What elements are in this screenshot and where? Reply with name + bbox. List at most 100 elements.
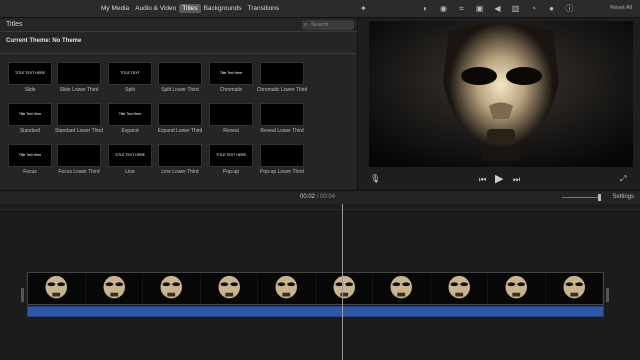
title-thumbnail — [260, 144, 304, 167]
clip-frame — [373, 273, 431, 304]
clip-frame-image — [28, 273, 85, 304]
total-time: 00:04 — [320, 194, 336, 200]
title-label: Pop-up — [222, 169, 240, 175]
title-item[interactable]: Slide Lower Third — [53, 62, 105, 93]
clip-frame — [315, 273, 373, 304]
title-item[interactable]: Title Text Here Standard — [4, 103, 56, 134]
title-thumbnail — [158, 144, 202, 167]
title-item[interactable]: Reveal Lower Third — [256, 103, 308, 134]
clip-frame-image — [315, 273, 372, 304]
magic-wand-icon[interactable]: ✦ — [360, 4, 367, 13]
title-preview-text: TITLE TEXT HERE — [215, 153, 247, 157]
title-item[interactable]: Pop-up Lower Third — [256, 144, 308, 175]
clip-right-handle[interactable] — [606, 288, 609, 302]
title-item[interactable]: TITLE TEXT HERE Pop-up — [205, 144, 257, 175]
noise-reduction-icon[interactable]: ▥ — [510, 3, 521, 14]
clip-frame — [430, 273, 488, 304]
timecode: 00:02 / 00:04 — [300, 194, 335, 200]
top-toolbar: My Media Audio & Video Titles Backgrounds Tr… — [0, 0, 640, 18]
title-item[interactable]: Split Lower Third — [154, 62, 206, 93]
tab-titles[interactable]: Titles — [179, 4, 201, 13]
title-thumbnail: TITLE TEXT HERE — [209, 144, 253, 167]
title-preview-text: TITLE TEXT HERE — [114, 153, 146, 157]
title-item[interactable]: Focus Lower Third — [53, 144, 105, 175]
clip-left-handle[interactable] — [21, 288, 24, 302]
search-input[interactable]: ⌕ Search — [302, 20, 354, 30]
zoom-slider-knob[interactable] — [598, 194, 601, 201]
tab-audio-video[interactable]: Audio & Video — [132, 4, 179, 13]
reset-all-button[interactable]: Reset All — [610, 5, 632, 11]
title-thumbnail: TITLE TEXT HERE — [108, 144, 152, 167]
clip-frame — [143, 273, 201, 304]
title-preview-text: Title Text Here — [18, 153, 42, 157]
title-label: Expand — [121, 128, 139, 134]
speed-icon[interactable]: ◔ — [528, 3, 539, 14]
zoom-slider-track[interactable] — [562, 197, 598, 198]
clip-frame — [85, 273, 143, 304]
search-placeholder: Search — [311, 22, 329, 28]
title-item[interactable]: TITLE TEXT HERE Slide — [4, 62, 56, 93]
info-icon[interactable]: ⓘ — [564, 3, 575, 14]
clip-frame-image — [85, 273, 142, 304]
color-correction-icon[interactable]: ◉ — [438, 3, 449, 14]
title-thumbnail — [158, 62, 202, 85]
playhead[interactable] — [342, 204, 343, 360]
title-label: Chromatic — [219, 87, 243, 93]
title-item[interactable]: TITLE TEXT Split — [104, 62, 156, 93]
viewer: 🎙 ⏮ ▶ ⏭ ⤢ — [358, 18, 640, 190]
clip-frame — [258, 273, 316, 304]
media-tabs: My Media Audio & Video Titles Backgrounds Tr… — [98, 4, 282, 13]
volume-icon[interactable]: ◀ — [492, 3, 503, 14]
title-item[interactable]: TITLE TEXT HERE Line — [104, 144, 156, 175]
title-thumbnail — [209, 103, 253, 126]
clip-frame-image — [143, 273, 200, 304]
title-thumbnail — [57, 103, 101, 126]
title-label: Expand Lower Third — [157, 128, 203, 134]
browser-header: Titles ⌕ Search — [0, 18, 357, 32]
title-item[interactable]: Title Text Here Focus — [4, 144, 56, 175]
clip-frame — [200, 273, 258, 304]
title-thumbnail: Title Text Here — [108, 103, 152, 126]
clip-frame — [488, 273, 546, 304]
mask-frame-image — [369, 21, 633, 167]
title-preview-text: Title Text Here — [18, 112, 42, 116]
title-item[interactable]: Title Text Here Expand — [104, 103, 156, 134]
title-preview-text: TITLE TEXT HERE — [14, 71, 46, 75]
browser-title: Titles — [6, 21, 23, 28]
viewer-adjustment-toolbar: ◐ ◉ ⌗ ▣ ◀ ▥ ◔ ● ⓘ — [420, 3, 575, 14]
title-item[interactable]: Title Text Here Chromatic — [205, 62, 257, 93]
title-label: Chromatic Lower Third — [256, 87, 308, 93]
settings-button[interactable]: Settings — [612, 194, 634, 200]
microphone-icon[interactable]: 🎙 — [370, 174, 380, 183]
color-balance-icon[interactable]: ◐ — [420, 3, 431, 14]
title-item[interactable]: Line Lower Third — [154, 144, 206, 175]
title-item[interactable]: Chromatic Lower Third — [256, 62, 308, 93]
title-thumbnail — [260, 103, 304, 126]
title-thumbnail — [158, 103, 202, 126]
skip-back-icon[interactable]: ⏮ — [479, 175, 486, 185]
current-theme-label: Current Theme: No Theme — [6, 38, 82, 44]
audio-track[interactable] — [27, 306, 604, 317]
stabilization-icon[interactable]: ▣ — [474, 3, 485, 14]
title-thumbnail: Title Text Here — [8, 103, 52, 126]
tab-my-media[interactable]: My Media — [98, 4, 132, 13]
play-icon[interactable]: ▶ — [495, 172, 503, 185]
video-preview — [369, 21, 633, 167]
tab-transitions[interactable]: Transitions — [245, 4, 283, 13]
crop-icon[interactable]: ⌗ — [456, 3, 467, 14]
title-item[interactable]: Standard Lower Third — [53, 103, 105, 134]
clip-filter-icon[interactable]: ● — [546, 3, 557, 14]
title-thumbnail: Title Text Here — [209, 62, 253, 85]
time-separator: / — [316, 194, 319, 200]
title-thumbnail — [57, 62, 101, 85]
fullscreen-icon[interactable]: ⤢ — [620, 174, 626, 184]
skip-forward-icon[interactable]: ⏭ — [513, 175, 520, 185]
title-label: Reveal — [223, 128, 239, 134]
video-clip[interactable] — [27, 272, 604, 305]
title-thumbnail: TITLE TEXT — [108, 62, 152, 85]
title-label: Standard — [19, 128, 41, 134]
tab-backgrounds[interactable]: Backgrounds — [201, 4, 245, 13]
title-thumbnail: Title Text Here — [8, 144, 52, 167]
title-item[interactable]: Expand Lower Third — [154, 103, 206, 134]
title-item[interactable]: Reveal — [205, 103, 257, 134]
